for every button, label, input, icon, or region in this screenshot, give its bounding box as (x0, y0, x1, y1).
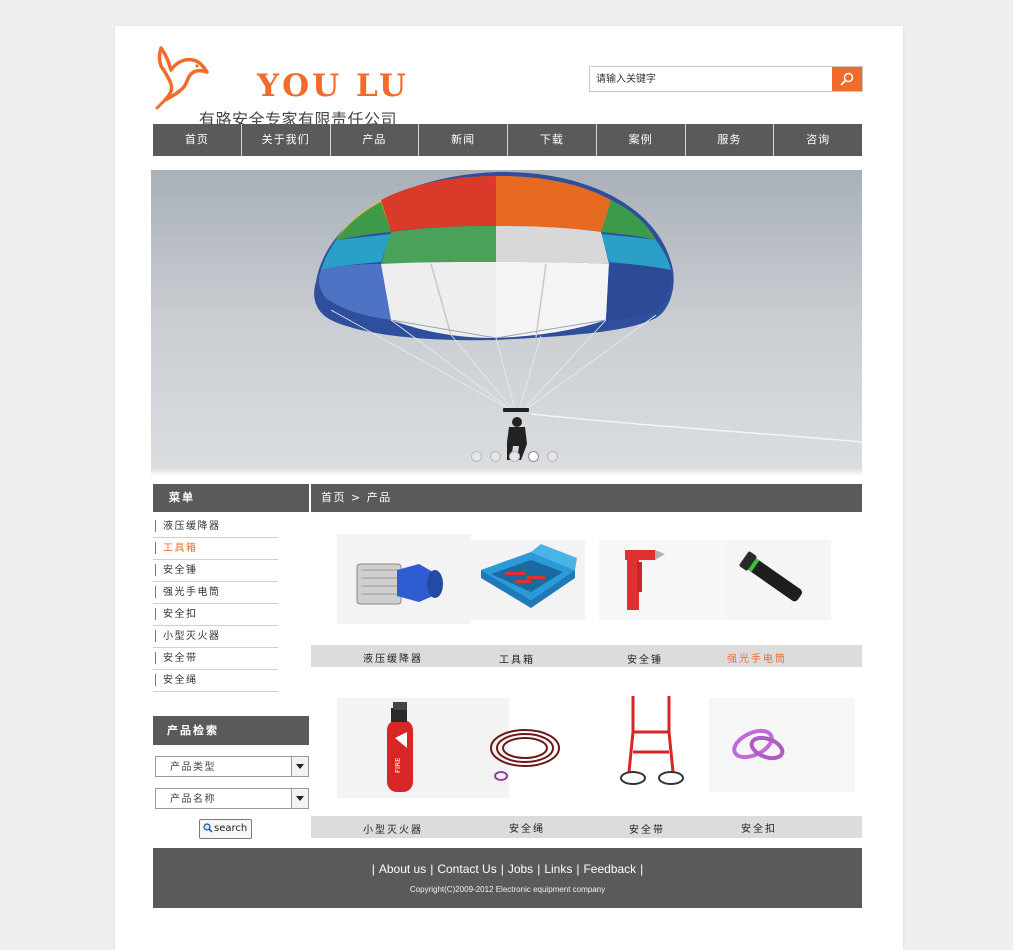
slide-dot-4[interactable] (528, 451, 539, 462)
product-search-title: 产品检索 (153, 716, 309, 745)
descender-image (356, 563, 443, 605)
product-name-value: 产品名称 (170, 794, 216, 805)
menu-item-extinguisher[interactable]: 小型灭火器 (153, 626, 278, 648)
chevron-down-icon[interactable] (291, 757, 308, 776)
product-label-safety-belt[interactable]: 安全带 (629, 821, 665, 836)
rope-image (490, 729, 560, 781)
category-menu: 液压缓降器 工具箱 安全锤 强光手电筒 安全扣 小型灭火器 安全带 安全绳 (153, 516, 278, 692)
footer: | About us | Contact Us | Jobs | Links | Feedback… (153, 848, 862, 908)
magnifier-icon (203, 823, 213, 833)
product-image-extinguisher[interactable]: FIRE (337, 698, 509, 798)
nav-item-about[interactable]: 关于我们 (242, 124, 331, 156)
copyright: Copyright(C)2009-2012 Electronic equipme… (409, 885, 606, 894)
search-button[interactable] (832, 67, 862, 91)
menu-item-descender[interactable]: 液压缓降器 (153, 516, 278, 538)
product-image-safety-hammer[interactable] (599, 540, 725, 620)
page-container: YOU LU 有路安全专家有限责任公司 首页 关于我们 产品 新闻 下载 案例 … (115, 26, 903, 950)
nav-item-products[interactable]: 产品 (331, 124, 420, 156)
menu-title: 菜单 (153, 484, 309, 512)
svg-text:FIRE: FIRE (394, 758, 402, 773)
search-button-label: search (214, 823, 248, 834)
product-image-safety-buckle[interactable] (709, 698, 855, 792)
product-label-safety-rope[interactable]: 安全绳 (509, 820, 545, 835)
product-label-descender[interactable]: 液压缓降器 (363, 650, 423, 665)
product-label-toolbox[interactable]: 工具箱 (499, 651, 535, 666)
search-input[interactable] (590, 67, 822, 91)
menu-item-safety-belt[interactable]: 安全带 (153, 648, 278, 670)
nav-item-news[interactable]: 新闻 (419, 124, 508, 156)
toolbox-image (481, 544, 577, 608)
product-label-safety-buckle[interactable]: 安全扣 (741, 820, 777, 835)
product-image-safety-belt[interactable] (603, 692, 703, 796)
footer-link-links[interactable]: Links (544, 862, 572, 876)
brand-name: YOU LU (257, 68, 410, 104)
parachute-image (151, 170, 862, 468)
footer-link-about[interactable]: About us (379, 862, 426, 876)
hammer-image (625, 550, 665, 610)
breadcrumb: 首页 > 产品 (311, 484, 862, 512)
hero-banner[interactable] (151, 170, 862, 468)
menu-item-safety-rope[interactable]: 安全绳 (153, 670, 278, 692)
footer-link-contact[interactable]: Contact Us (437, 862, 496, 876)
separator: | (576, 862, 580, 876)
footer-link-feedback[interactable]: Feedback (583, 862, 636, 876)
chevron-down-icon[interactable] (291, 789, 308, 808)
product-label-safety-hammer[interactable]: 安全锤 (627, 651, 663, 666)
slide-dot-2[interactable] (490, 451, 501, 462)
product-label-extinguisher[interactable]: 小型灭火器 (363, 821, 423, 836)
product-label-flashlight[interactable]: 强光手电筒 (727, 650, 787, 665)
product-search-button[interactable]: search (199, 819, 252, 839)
footer-link-jobs[interactable]: Jobs (508, 862, 533, 876)
header-search (589, 66, 863, 92)
flashlight-image (739, 551, 803, 602)
carabiner-image (732, 728, 785, 761)
product-image-descender[interactable] (337, 534, 471, 624)
nav-item-download[interactable]: 下载 (508, 124, 597, 156)
slide-dot-1[interactable] (471, 451, 482, 462)
product-image-toolbox[interactable] (471, 540, 585, 620)
slide-indicators (471, 451, 558, 462)
banner-shadow (151, 468, 862, 476)
main-nav: 首页 关于我们 产品 新闻 下载 案例 服务 咨询 (153, 124, 862, 156)
separator: | (430, 862, 434, 876)
nav-item-home[interactable]: 首页 (153, 124, 242, 156)
search-icon (840, 72, 854, 86)
separator: | (537, 862, 541, 876)
separator: | (500, 862, 504, 876)
slide-dot-3[interactable] (509, 451, 520, 462)
product-image-safety-rope[interactable] (485, 706, 571, 786)
slide-dot-5[interactable] (547, 451, 558, 462)
product-type-select[interactable]: 产品类型 (155, 756, 309, 777)
product-type-value: 产品类型 (170, 762, 216, 773)
extinguisher-image: FIRE (387, 702, 413, 792)
menu-item-flashlight[interactable]: 强光手电筒 (153, 582, 278, 604)
nav-item-cases[interactable]: 案例 (597, 124, 686, 156)
separator: | (640, 862, 644, 876)
harness-image (620, 696, 684, 785)
product-image-flashlight[interactable] (725, 540, 831, 620)
nav-item-consult[interactable]: 咨询 (774, 124, 862, 156)
logo[interactable]: YOU LU 有路安全专家有限责任公司 (153, 40, 423, 129)
menu-item-safety-hammer[interactable]: 安全锤 (153, 560, 278, 582)
separator: | (371, 862, 375, 876)
footer-links: | About us | Contact Us | Jobs | Links | Feedback… (153, 862, 862, 876)
product-name-select[interactable]: 产品名称 (155, 788, 309, 809)
menu-item-toolbox[interactable]: 工具箱 (153, 538, 278, 560)
menu-item-safety-buckle[interactable]: 安全扣 (153, 604, 278, 626)
nav-item-service[interactable]: 服务 (686, 124, 775, 156)
bird-logo-icon (155, 46, 209, 110)
